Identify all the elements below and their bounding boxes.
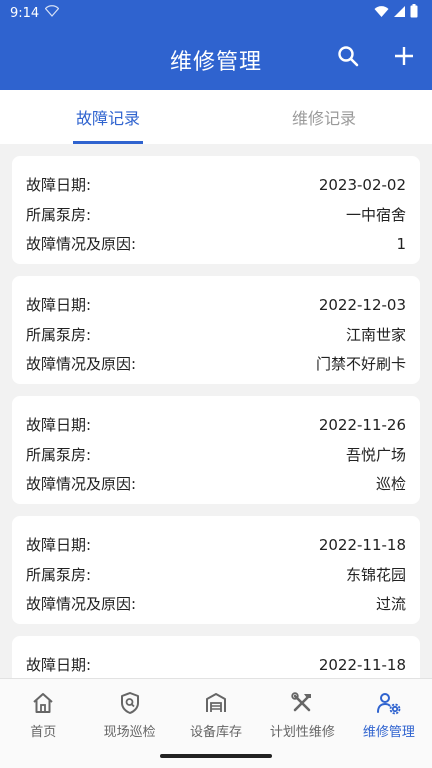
reason-label: 故障情况及原因:: [26, 595, 137, 614]
home-indicator[interactable]: [160, 754, 272, 758]
search-button[interactable]: [332, 42, 364, 74]
date-value: 2022-11-26: [318, 415, 406, 434]
pump-label: 所属泵房:: [26, 445, 92, 464]
record-card[interactable]: 故障日期: 2022-12-03 所属泵房: 江南世家 故障情况及原因: 门禁不好刷卡: [12, 276, 420, 384]
date-label: 故障日期:: [26, 296, 92, 315]
signal-icon: [393, 5, 406, 22]
shield-search-icon: [116, 689, 144, 717]
pump-value: 一中宿舍: [345, 205, 406, 224]
reason-value: 过流: [375, 595, 406, 614]
add-button[interactable]: [388, 42, 420, 74]
pump-label: 所属泵房:: [26, 325, 92, 344]
search-icon: [336, 44, 360, 72]
fault-record-list[interactable]: 故障日期: 2023-02-02 所属泵房: 一中宿舍 故障情况及原因: 1 故障日期…: [0, 144, 432, 678]
nav-planned-maintenance[interactable]: 计划性维修: [259, 679, 345, 768]
pump-label: 所属泵房:: [26, 205, 92, 224]
date-label: 故障日期:: [26, 656, 92, 675]
date-value: 2022-12-03: [318, 295, 406, 314]
app-bar: 维修管理: [0, 26, 432, 90]
pump-label: 所属泵房:: [26, 565, 92, 584]
date-label: 故障日期:: [26, 176, 92, 195]
date-value: 2022-11-18: [318, 535, 406, 554]
add-icon: [393, 45, 415, 71]
reason-value: 巡检: [375, 475, 406, 494]
battery-icon: [410, 4, 418, 22]
date-label: 故障日期:: [26, 416, 92, 435]
nav-equipment-inventory-label: 设备库存: [190, 725, 243, 740]
person-gear-icon: [375, 689, 403, 717]
wifi-status-icon: [44, 5, 60, 21]
record-card[interactable]: 故障日期: 2022-11-18 所属泵房: 东锦花园 故障情况及原因: 过流: [12, 516, 420, 624]
nav-site-inspection-label: 现场巡检: [103, 725, 156, 740]
tab-fault-records[interactable]: 故障记录: [0, 90, 216, 144]
pump-value: 吾悦广场: [345, 445, 406, 464]
record-card[interactable]: 故障日期:2022-11-18 所属泵房: 故障情况及原因:: [12, 636, 420, 678]
pump-value: 江南世家: [345, 325, 406, 344]
page-title: 维修管理: [169, 50, 262, 75]
wifi-icon: [374, 5, 389, 22]
nav-repair-management[interactable]: 维修管理: [346, 679, 432, 768]
reason-value: 门禁不好刷卡: [315, 355, 406, 374]
nav-planned-maintenance-label: 计划性维修: [269, 725, 335, 740]
status-bar: 9:14: [0, 0, 432, 26]
nav-repair-management-label: 维修管理: [362, 725, 415, 740]
reason-label: 故障情况及原因:: [26, 235, 137, 254]
tab-bar: 故障记录 维修记录: [0, 90, 432, 144]
date-value: 2023-02-02: [318, 175, 406, 194]
pump-value: 东锦花园: [345, 565, 406, 584]
home-icon: [29, 689, 57, 717]
reason-label: 故障情况及原因:: [26, 475, 137, 494]
reason-label: 故障情况及原因:: [26, 355, 137, 374]
tools-icon: [288, 689, 316, 717]
warehouse-icon: [202, 689, 230, 717]
record-card[interactable]: 故障日期: 2022-11-26 所属泵房: 吾悦广场 故障情况及原因: 巡检: [12, 396, 420, 504]
status-time: 9:14: [10, 5, 40, 21]
tab-repair-records[interactable]: 维修记录: [216, 90, 432, 144]
nav-home-label: 首页: [30, 725, 57, 740]
date-label: 故障日期:: [26, 536, 92, 555]
nav-home[interactable]: 首页: [0, 679, 86, 768]
record-card[interactable]: 故障日期: 2023-02-02 所属泵房: 一中宿舍 故障情况及原因: 1: [12, 156, 420, 264]
date-value: 2022-11-18: [318, 655, 406, 674]
reason-value: 1: [396, 234, 406, 253]
